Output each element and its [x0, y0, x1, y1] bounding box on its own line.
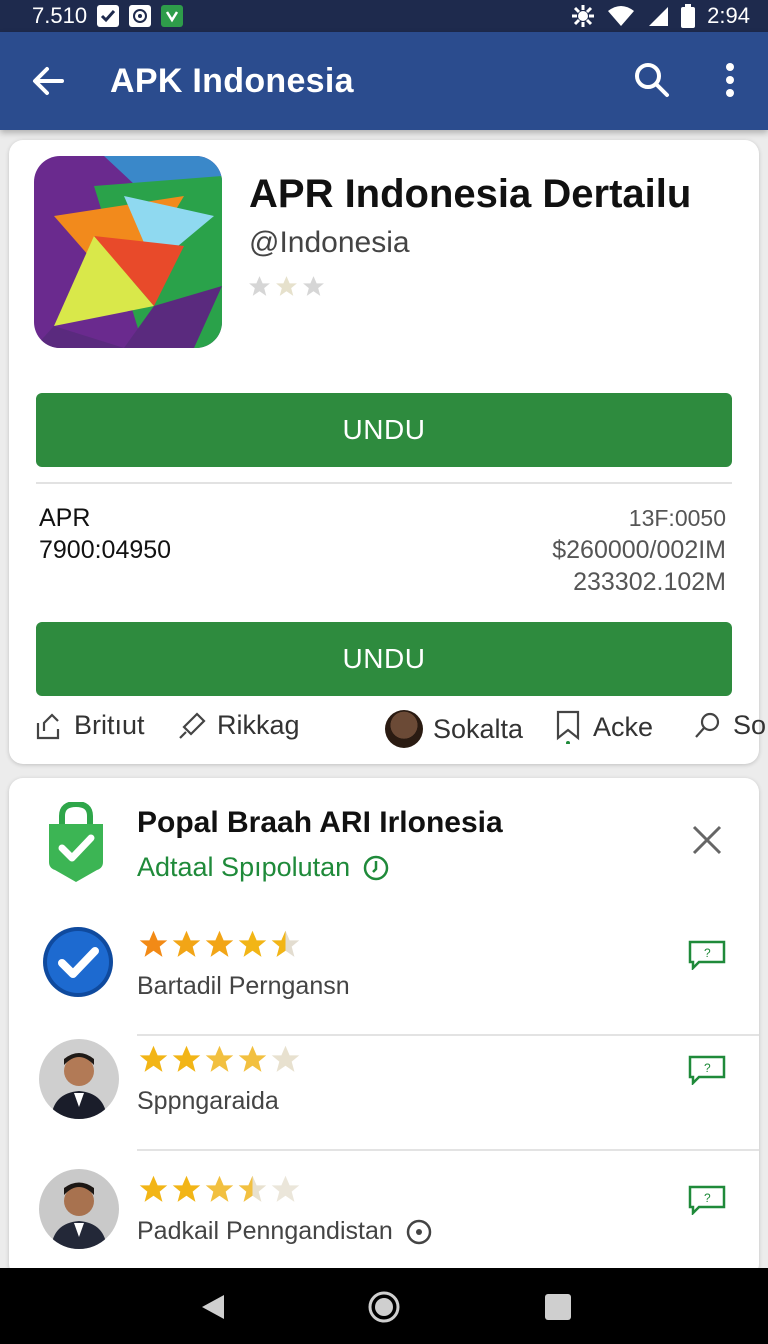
signal-icon: [649, 7, 669, 26]
app-developer[interactable]: @Indonesia: [249, 226, 410, 260]
report-flag-icon[interactable]: ?: [687, 1053, 727, 1087]
app-bar-title: APK Indonesia: [110, 61, 354, 100]
star-icon: [205, 1175, 234, 1202]
svg-text:?: ?: [704, 1191, 711, 1205]
star-icon: [238, 930, 267, 957]
profile-action[interactable]: Sokalta: [385, 710, 523, 748]
security-subtitle: Adtaal Spıpolutan: [137, 852, 390, 883]
security-subtitle-text: Adtaal Spıpolutan: [137, 852, 351, 882]
search-icon: [695, 712, 720, 738]
security-title: Popal Braah ARI Irlonesia: [137, 806, 503, 839]
star-icon: [139, 1045, 168, 1072]
bookmark-action-label: Acke: [593, 711, 654, 742]
search-action-label: So: [733, 710, 767, 740]
app-info-right: 13F:0050 $260000/002IM 233302.102M: [552, 502, 726, 598]
search-action[interactable]: So: [693, 710, 766, 741]
security-review-card: Popal Braah ARI Irlonesia Adtaal Spıpolu…: [9, 778, 759, 1278]
info-downloads: 233302.102M: [573, 568, 726, 596]
star-icon: [276, 276, 297, 296]
user-avatar: [39, 1039, 119, 1119]
info-value: 7900:04950: [39, 536, 172, 564]
star-icon: [139, 1175, 168, 1202]
clock-icon: [406, 1219, 431, 1244]
action-row: Britıut Rikkag Sokalta Acke So: [9, 710, 766, 754]
battery-icon: [681, 4, 696, 28]
report-flag-icon[interactable]: ?: [687, 1183, 727, 1217]
verified-badge-icon: [42, 926, 114, 998]
back-triangle-icon[interactable]: [198, 1292, 228, 1322]
checkbox-notification-icon: [97, 5, 120, 27]
reviewer-name-text: Sppngaraida: [137, 1087, 279, 1115]
review-item[interactable]: Padkail Penngandistan ?: [9, 1153, 759, 1278]
svg-text:?: ?: [704, 946, 711, 960]
reviewer-name: Sppngaraida: [137, 1087, 279, 1116]
install-button-secondary[interactable]: UNDU: [36, 622, 732, 696]
review-item[interactable]: Sppngaraida ?: [9, 1023, 759, 1151]
pin-action[interactable]: Rikkag: [177, 710, 300, 741]
search-icon[interactable]: [632, 60, 672, 100]
app-bar: APK Indonesia: [0, 32, 768, 130]
pin-action-label: Rikkag: [217, 710, 300, 740]
star-icon: [249, 276, 270, 296]
star-icon: [205, 1045, 234, 1072]
pin-icon: [179, 711, 206, 739]
review-stars: [137, 1043, 302, 1076]
report-flag-icon[interactable]: ?: [687, 938, 727, 972]
star-icon: [205, 930, 234, 957]
review-stars: [137, 1173, 302, 1206]
share-icon: [36, 712, 60, 739]
status-clock: 2:94: [707, 3, 750, 28]
info-label: APR: [39, 504, 91, 532]
back-arrow-icon[interactable]: [28, 61, 68, 101]
avatar: [385, 710, 423, 748]
reviewer-name: Padkail Penngandistan: [137, 1217, 433, 1246]
user-avatar: [39, 1169, 119, 1249]
share-action-label: Britıut: [74, 710, 145, 740]
profile-action-label: Sokalta: [433, 713, 524, 744]
svg-text:?: ?: [704, 1061, 711, 1075]
info-version: 13F:0050: [628, 505, 726, 531]
bookmark-icon: [556, 710, 580, 744]
reviewer-name-text: Bartadil Perngansn: [137, 972, 350, 1000]
review-stars: [137, 928, 302, 961]
bookmark-action[interactable]: Acke: [553, 710, 653, 744]
star-icon: [172, 930, 201, 957]
install-button[interactable]: UNDU: [36, 393, 732, 467]
clock-icon: [363, 855, 389, 880]
close-icon[interactable]: [691, 824, 723, 856]
star-icon: [238, 1045, 267, 1072]
home-circle-icon[interactable]: [368, 1291, 400, 1323]
star-half-icon: [238, 1175, 267, 1202]
review-item[interactable]: Bartadil Perngansn ?: [9, 908, 759, 1036]
more-options-icon[interactable]: [712, 60, 748, 100]
green-notification-icon: [161, 5, 184, 27]
shield-check-icon: [45, 800, 107, 882]
divider: [137, 1149, 759, 1151]
star-icon: [271, 1045, 300, 1072]
share-action[interactable]: Britıut: [34, 710, 145, 741]
app-notification-icon: [129, 5, 152, 27]
status-time-left: 7.510: [32, 3, 88, 28]
app-info-left: APR 7900:04950: [39, 502, 171, 566]
star-half-icon: [271, 930, 300, 957]
settings-icon: [572, 5, 595, 27]
info-size: $260000/002IM: [552, 536, 726, 564]
system-nav-bar: [0, 1268, 768, 1344]
wifi-icon: [608, 6, 635, 26]
divider: [36, 482, 732, 484]
star-icon: [303, 276, 324, 296]
status-bar: 7.510 2:94: [0, 0, 768, 32]
recents-square-icon[interactable]: [543, 1292, 573, 1322]
star-icon: [172, 1175, 201, 1202]
app-rating: [247, 274, 326, 299]
app-title: APR Indonesia Dertailu: [249, 172, 692, 216]
app-logo: [34, 156, 222, 348]
star-icon: [139, 930, 168, 957]
reviewer-name: Bartadil Perngansn: [137, 972, 350, 1001]
reviewer-name-text: Padkail Penngandistan: [137, 1217, 393, 1245]
app-detail-card: APR Indonesia Dertailu @Indonesia UNDU A…: [9, 140, 766, 764]
star-icon: [271, 1175, 300, 1202]
star-icon: [172, 1045, 201, 1072]
